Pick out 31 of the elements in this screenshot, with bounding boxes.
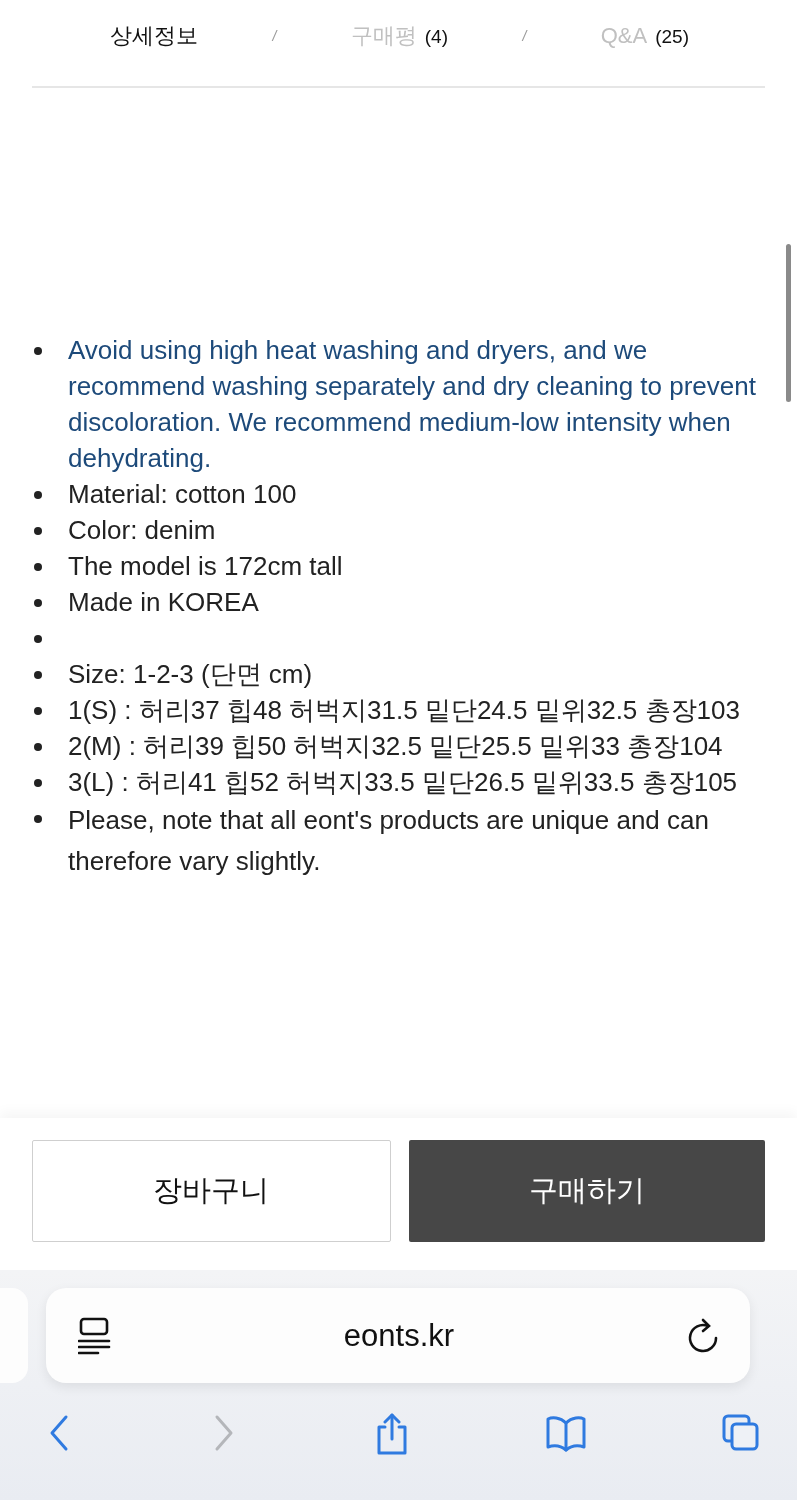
address-bar[interactable]: eonts.kr bbox=[46, 1288, 750, 1383]
bullet-icon bbox=[34, 815, 42, 823]
url-text[interactable]: eonts.kr bbox=[343, 1317, 455, 1354]
bullet-icon bbox=[34, 671, 42, 679]
detail-text: Please, note that all eont's products are unique and can therefore vary slightly. bbox=[68, 804, 710, 878]
bullet-icon bbox=[34, 599, 42, 607]
tab[interactable]: 상세정보 bbox=[110, 21, 198, 51]
bullet-icon bbox=[34, 707, 42, 715]
cart-button[interactable]: 장바구니 bbox=[32, 1140, 391, 1242]
detail-text: 2(M) : 허리39 힙50 허벅지32.5 밑단25.5 밑위33 총장104 bbox=[68, 730, 723, 763]
detail-text: 1(S) : 허리37 힙48 허벅지31.5 밑단24.5 밑위32.5 총장103 bbox=[68, 694, 740, 727]
bullet-icon bbox=[34, 347, 42, 355]
tab-count: (25) bbox=[655, 26, 689, 48]
detail-text: 3(L) : 허리41 힙52 허벅지33.5 밑단26.5 밑위33.5 총장105 bbox=[68, 766, 738, 799]
bullet-icon bbox=[34, 563, 42, 571]
bullet-icon bbox=[34, 527, 42, 535]
tab-separator: / bbox=[272, 28, 277, 44]
bullet-icon bbox=[34, 779, 42, 787]
reload-icon[interactable] bbox=[686, 1317, 720, 1354]
tab-count: (4) bbox=[424, 26, 448, 48]
bullet-icon bbox=[34, 743, 42, 751]
detail-text: The model is 172cm tall bbox=[68, 550, 343, 583]
detail-text: Size: 1-2-3 (단면 cm) bbox=[68, 658, 313, 691]
detail-text: Avoid using high heat washing and dryers, and we recommend washing separately and dry cleaning to prevent discoloration. We recommend medium-low intensity when dehydrating. bbox=[68, 334, 757, 475]
detail-text: Material: cotton 100 bbox=[68, 478, 297, 511]
buy-button[interactable]: 구매하기 bbox=[408, 1140, 765, 1242]
reader-icon[interactable] bbox=[78, 1315, 112, 1356]
tab-separator: / bbox=[522, 28, 527, 44]
detail-text: Made in KOREA bbox=[68, 586, 259, 619]
bullet-icon bbox=[34, 491, 42, 499]
detail-text: Color: denim bbox=[68, 514, 216, 547]
